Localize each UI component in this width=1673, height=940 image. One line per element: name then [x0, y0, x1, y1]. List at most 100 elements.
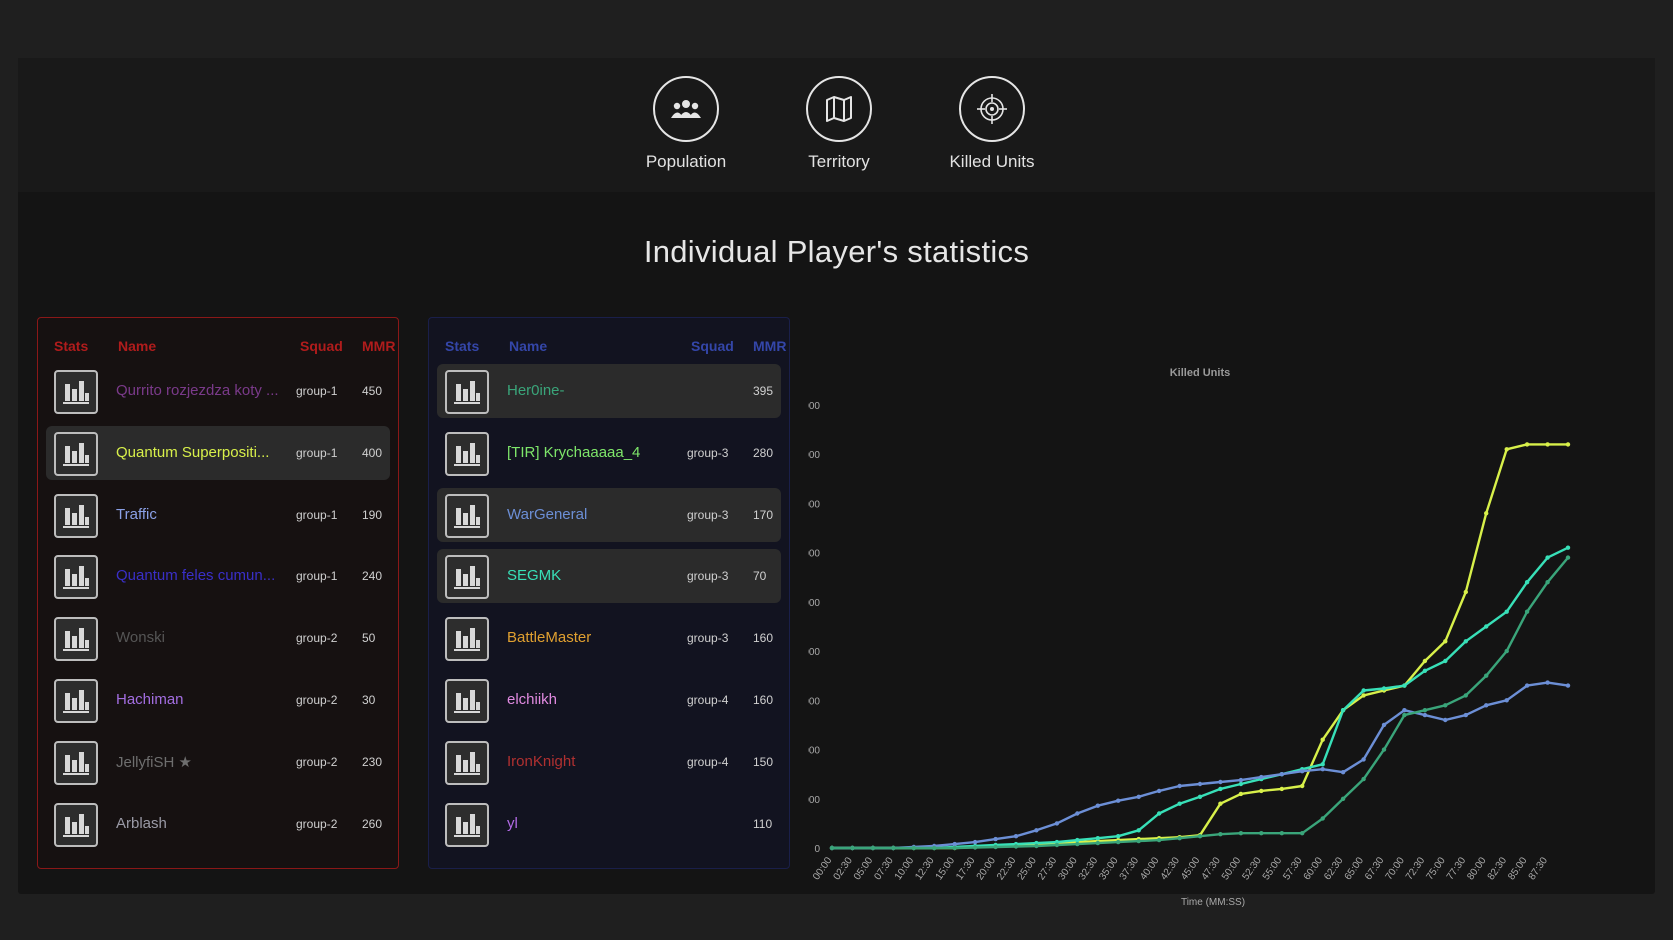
player-mmr: 400 [362, 445, 383, 460]
data-point [1279, 831, 1284, 836]
bar-chart-icon[interactable] [54, 617, 98, 662]
data-point [1484, 511, 1489, 516]
header-squad: Squad [300, 338, 343, 354]
map-icon [806, 76, 872, 142]
data-point [829, 845, 835, 851]
player-row[interactable]: Quantum Superpositi... group-1 400 [46, 425, 390, 480]
player-row[interactable]: Hachiman group-2 30 [46, 673, 390, 727]
data-point [1361, 693, 1366, 698]
player-row[interactable]: IronKnight group-4 150 [437, 735, 781, 789]
data-point [952, 841, 957, 847]
bar-chart-icon[interactable] [54, 493, 98, 538]
y-tick-label: 15,000 [808, 696, 820, 707]
data-point [1156, 811, 1162, 816]
player-mmr: 160 [753, 692, 774, 707]
bar-chart-icon[interactable] [445, 678, 489, 723]
x-tick-label: 20:00 [975, 855, 999, 882]
data-point [1381, 747, 1387, 752]
table-header: Stats Name Squad MMR [437, 328, 786, 364]
player-squad: group-3 [687, 631, 729, 646]
data-point [1156, 837, 1162, 843]
player-squad: group-1 [296, 507, 338, 522]
data-point [1116, 834, 1121, 839]
player-row[interactable]: JellyfiSH ★ group-2 230 [46, 735, 390, 789]
app-frame: Population Territory Killed Units Indivi… [18, 58, 1655, 908]
data-point [1279, 772, 1284, 777]
player-row[interactable]: Wonski group-2 50 [46, 611, 390, 665]
data-point [972, 845, 978, 850]
player-row[interactable]: [TIR] Krychaaaaa_4 group-3 280 [437, 426, 781, 480]
data-point [1095, 803, 1100, 808]
data-point [1524, 442, 1530, 447]
tab-population[interactable]: Population [621, 76, 751, 172]
x-tick-label: 72:30 [1404, 855, 1428, 882]
player-name: Hachiman [116, 690, 184, 708]
crosshair-icon [959, 76, 1025, 142]
bar-chart-icon[interactable] [445, 493, 489, 538]
bar-chart-icon[interactable] [445, 431, 489, 476]
bar-chart-icon[interactable] [54, 740, 98, 785]
data-point [1340, 796, 1346, 801]
data-point [1177, 836, 1182, 841]
bar-chart-icon[interactable] [445, 617, 489, 662]
tab-killed-units[interactable]: Killed Units [927, 76, 1057, 172]
data-point [1218, 779, 1223, 785]
player-squad: group-3 [687, 445, 729, 460]
x-tick-label: 45:00 [1179, 855, 1203, 882]
bar-chart-icon[interactable] [445, 740, 489, 785]
y-tick-label: 10,000 [808, 746, 820, 757]
data-point [1320, 767, 1325, 772]
player-row[interactable]: Qurrito rozjezdza koty ... group-1 450 [46, 364, 390, 418]
player-row[interactable]: Quantum feles cumun... group-1 240 [46, 549, 390, 603]
data-point [1565, 555, 1571, 560]
bar-chart-icon[interactable] [445, 802, 489, 847]
player-squad: group-1 [296, 445, 338, 460]
player-row[interactable]: WarGeneral group-3 170 [437, 487, 781, 542]
data-point [1381, 722, 1387, 728]
header-name: Name [118, 338, 157, 354]
player-row[interactable]: Traffic group-1 190 [46, 488, 390, 542]
data-point [1218, 832, 1223, 837]
bar-chart-icon[interactable] [54, 802, 98, 847]
tab-territory[interactable]: Territory [774, 76, 904, 172]
player-mmr: 280 [753, 445, 774, 460]
player-name: Quantum feles cumun... [116, 567, 276, 585]
bar-chart-icon[interactable] [54, 678, 98, 723]
bar-chart-icon[interactable] [54, 555, 98, 600]
player-row[interactable]: yl 110 [437, 797, 781, 851]
player-row[interactable]: Arblash group-2 260 [46, 797, 390, 851]
data-point [1136, 794, 1141, 799]
player-row[interactable]: BattleMaster group-3 160 [437, 611, 781, 665]
data-point [1300, 769, 1305, 774]
header-squad: Squad [691, 338, 734, 354]
data-point [1484, 703, 1489, 708]
data-point [1545, 680, 1550, 685]
x-tick-label: 50:00 [1220, 855, 1244, 882]
x-tick-label: 67:30 [1363, 855, 1387, 882]
x-tick-label: 62:30 [1322, 855, 1346, 882]
series-line [832, 546, 1569, 850]
player-squad: group-4 [687, 754, 729, 769]
x-tick-label: 32:30 [1077, 855, 1101, 882]
data-point [1013, 844, 1019, 849]
bar-chart-icon[interactable] [445, 370, 489, 414]
data-point [1034, 828, 1039, 833]
data-point [891, 845, 896, 851]
header-stats: Stats [54, 338, 89, 354]
data-point [1177, 801, 1182, 806]
player-row[interactable]: SEGMK group-3 70 [437, 549, 781, 604]
x-axis-label: Time (MM:SS) [1181, 897, 1245, 908]
x-tick-label: 75:00 [1424, 855, 1448, 882]
player-row[interactable]: elchiikh group-4 160 [437, 673, 781, 727]
bar-chart-icon[interactable] [54, 370, 98, 414]
bar-chart-icon[interactable] [54, 431, 98, 476]
y-tick-label: 20,000 [808, 647, 820, 658]
bar-chart-icon[interactable] [445, 555, 489, 600]
data-point [1463, 639, 1468, 644]
data-point [1361, 757, 1366, 762]
data-point [1565, 683, 1571, 688]
data-point [1422, 708, 1428, 713]
data-point [1238, 777, 1244, 783]
x-tick-label: 60:00 [1302, 855, 1326, 882]
player-row[interactable]: Her0ine- 395 [437, 364, 781, 418]
